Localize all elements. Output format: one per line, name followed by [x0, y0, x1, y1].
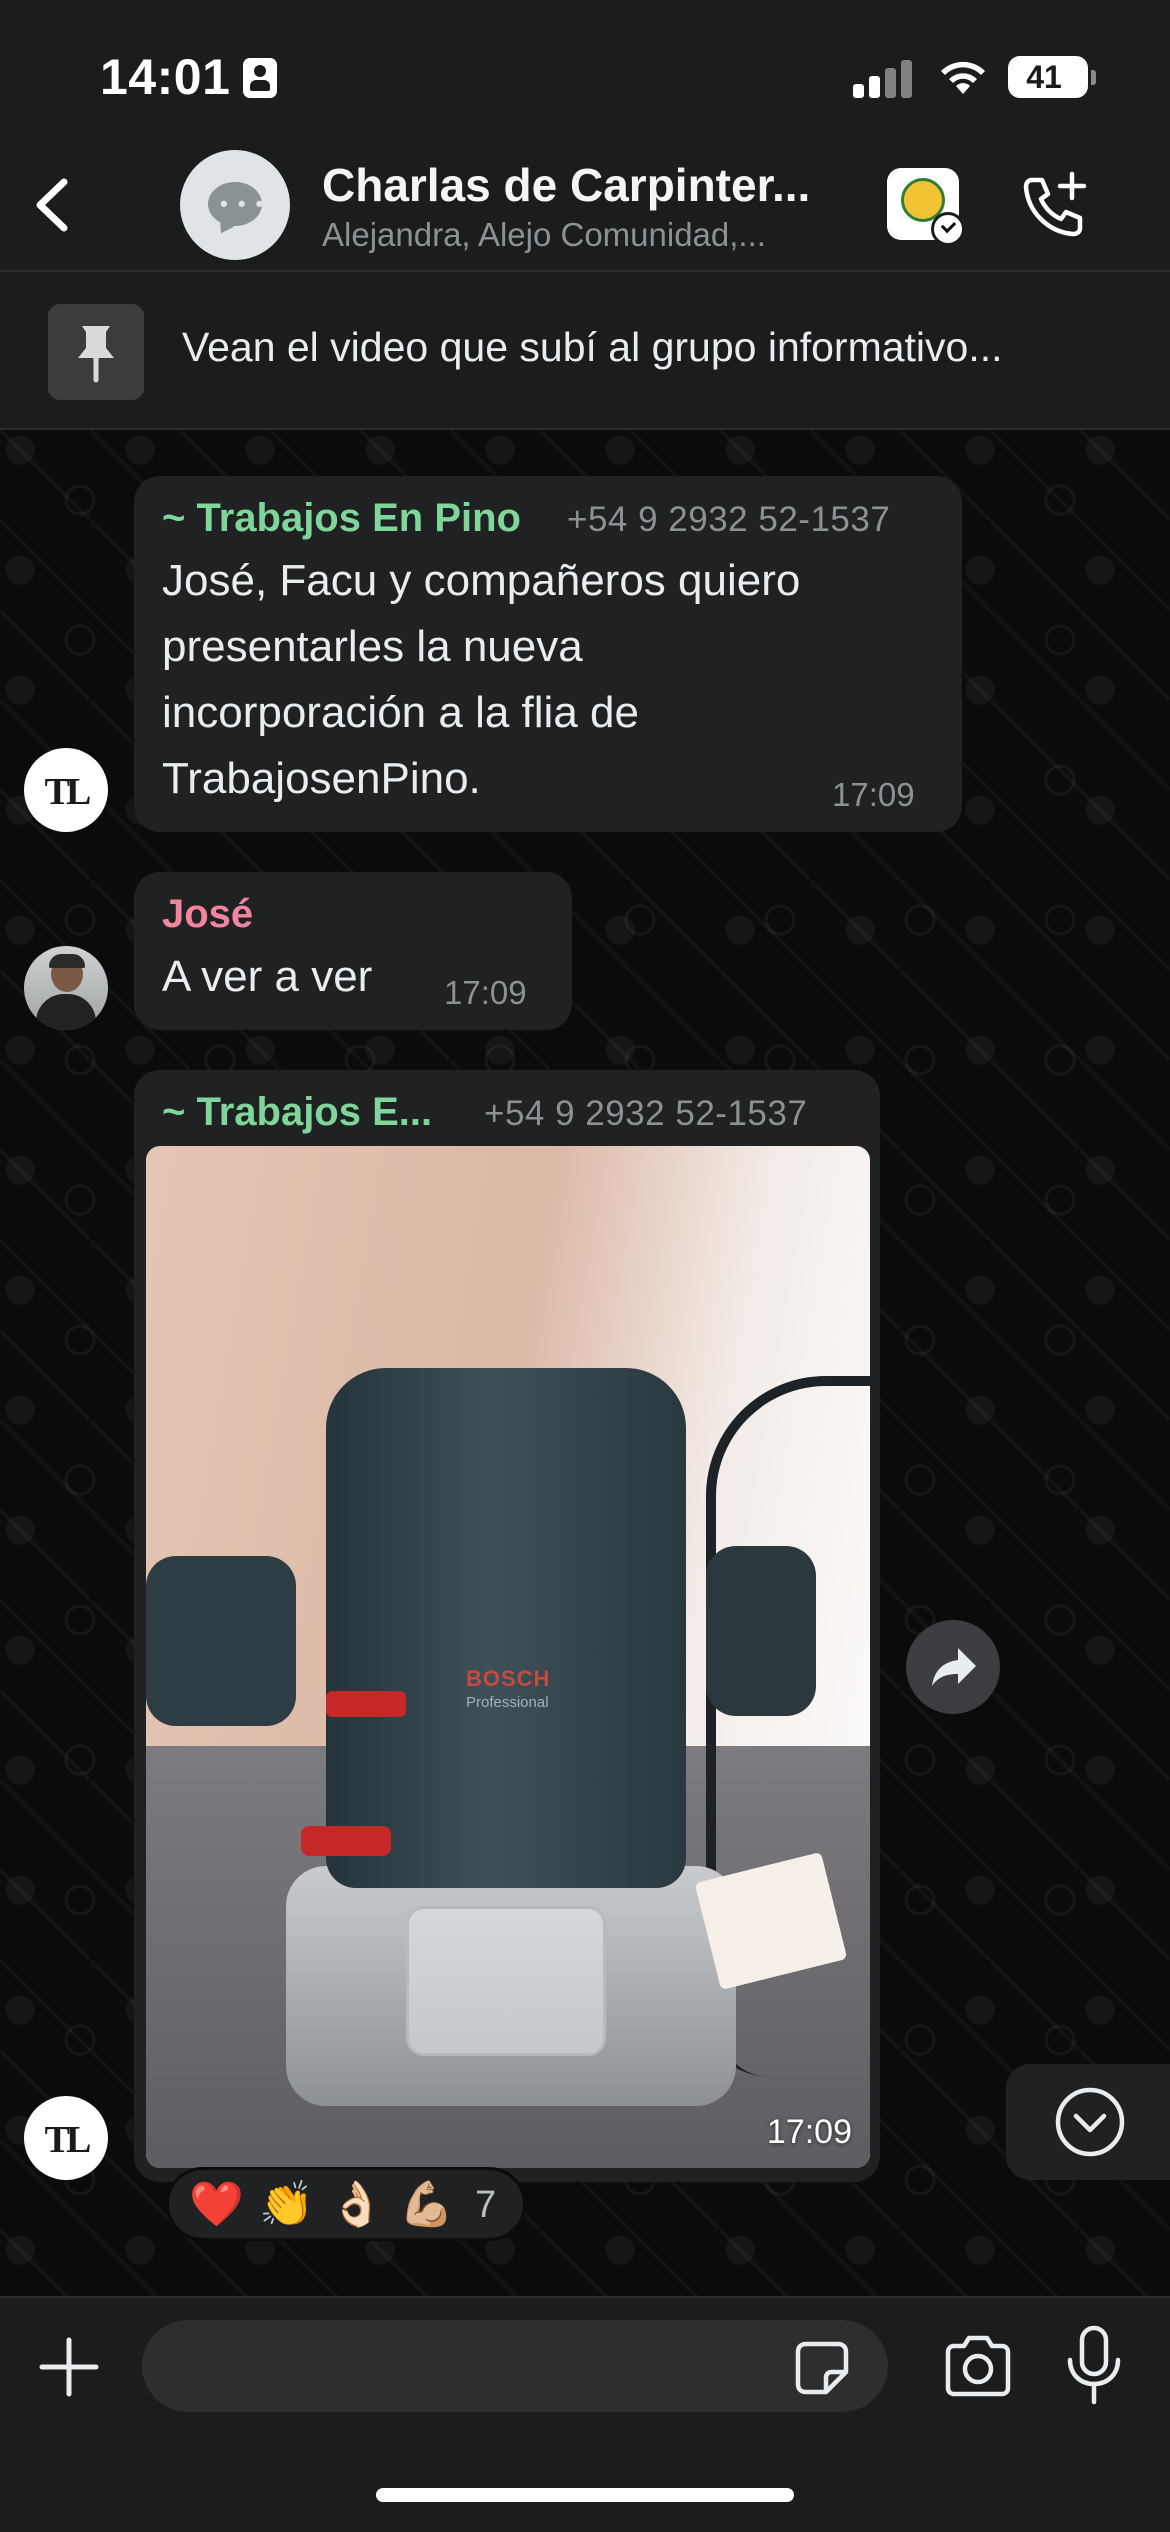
- message-sender[interactable]: José: [162, 892, 253, 937]
- cellular-signal-icon: [853, 58, 913, 98]
- message-time: 17:09: [444, 974, 527, 1011]
- message-text: A ver a ver: [162, 952, 373, 1001]
- message-sender[interactable]: ~ Trabajos En Pino: [162, 496, 521, 541]
- chat-area[interactable]: ~ Trabajos En Pino +54 9 2932 52-1537 Jo…: [0, 430, 1170, 2296]
- sender-avatar[interactable]: TL: [24, 748, 108, 832]
- pinned-message-bar[interactable]: Vean el video que subí al grupo informat…: [0, 272, 1170, 430]
- message-reactions[interactable]: ❤️ 👏 👌🏻 💪🏼 7: [166, 2167, 526, 2241]
- camera-icon: [945, 2335, 1011, 2397]
- reaction-ok: 👌🏻: [329, 2180, 384, 2229]
- back-button[interactable]: [20, 170, 90, 240]
- group-sticker-thumbnail[interactable]: [887, 168, 965, 246]
- router-handle-left: [146, 1556, 296, 1726]
- pin-icon: [78, 326, 114, 383]
- message-line: TrabajosenPino.: [162, 754, 481, 803]
- router-window: [406, 1906, 606, 2056]
- status-time: 14:01: [100, 49, 231, 105]
- forward-button[interactable]: [906, 1620, 1000, 1714]
- home-indicator: [376, 2488, 794, 2502]
- battery-level: 41: [1026, 59, 1062, 95]
- camera-button[interactable]: [940, 2332, 1016, 2402]
- chevron-down-icon: [1055, 2087, 1125, 2157]
- sender-avatar[interactable]: [24, 946, 108, 1030]
- message-text: José, Facu y compañeros quiero presentar…: [162, 548, 800, 812]
- attach-button[interactable]: [36, 2334, 102, 2400]
- plus-icon: [39, 2337, 99, 2397]
- microphone-icon: [1067, 2325, 1121, 2405]
- chat-participants[interactable]: Alejandra, Alejo Comunidad,...: [322, 216, 842, 254]
- microphone-button[interactable]: [1064, 2324, 1124, 2408]
- video-thumbnail[interactable]: BOSCH Professional 17:09: [146, 1146, 870, 2168]
- scroll-to-bottom-button[interactable]: [1006, 2064, 1170, 2180]
- message-bubble[interactable]: ~ Trabajos En Pino +54 9 2932 52-1537 Jo…: [134, 476, 962, 832]
- router-brand-sub: Professional: [466, 1694, 549, 1711]
- add-call-icon: [1023, 171, 1087, 237]
- focus-mode-icon: [243, 58, 277, 98]
- avatar-monogram: TL: [44, 2119, 92, 2161]
- router-brand-plate: BOSCH Professional: [466, 1666, 626, 1736]
- chat-header: • • • Charlas de Carpinter... Alejandra,…: [0, 140, 1170, 272]
- message-line: incorporación a la flia de: [162, 688, 639, 737]
- reaction-heart: ❤️: [189, 2180, 244, 2229]
- wifi-icon: [938, 56, 988, 96]
- message-sender-phone: +54 9 2932 52-1537: [567, 500, 891, 539]
- forward-icon: [932, 1648, 976, 1686]
- pinned-message-text: Vean el video que subí al grupo informat…: [182, 324, 1003, 370]
- router-red-knob: [301, 1826, 391, 1856]
- reaction-count: 7: [475, 2184, 497, 2226]
- chat-title[interactable]: Charlas de Carpinter...: [322, 158, 842, 212]
- avatar-hat: [49, 954, 85, 968]
- router-brand: BOSCH: [466, 1666, 551, 1691]
- router-handle-right: [706, 1546, 816, 1716]
- pin-icon-box: [48, 304, 144, 400]
- message-sender-phone: +54 9 2932 52-1537: [484, 1094, 808, 1133]
- sticker-icon: [795, 2341, 849, 2395]
- back-chevron-icon: [36, 178, 68, 232]
- battery-indicator: 41: [1008, 56, 1088, 98]
- check-badge-icon: [931, 212, 965, 246]
- status-bar: 14:01 41: [0, 0, 1170, 140]
- reaction-muscle: 💪🏼: [399, 2180, 454, 2229]
- router-red-trigger: [326, 1691, 406, 1717]
- avatar-body: [36, 994, 96, 1030]
- router-body: [326, 1368, 686, 1888]
- battery-cap: [1091, 70, 1096, 85]
- video-time: 17:09: [766, 2113, 852, 2151]
- group-avatar[interactable]: • • •: [180, 150, 290, 260]
- sticker-button[interactable]: [792, 2338, 852, 2398]
- add-call-button[interactable]: [1018, 170, 1090, 242]
- message-line: presentarles la nueva: [162, 622, 583, 671]
- chat-dots: • • •: [220, 191, 266, 216]
- sender-avatar[interactable]: TL: [24, 2096, 108, 2180]
- message-time: 17:09: [832, 776, 915, 813]
- message-sender[interactable]: ~ Trabajos E...: [162, 1090, 432, 1135]
- message-bubble[interactable]: José A ver a ver 17:09: [134, 872, 572, 1030]
- message-input[interactable]: [142, 2320, 888, 2412]
- message-line: José, Facu y compañeros quiero: [162, 556, 801, 605]
- reaction-clap: 👏: [259, 2180, 314, 2229]
- avatar-monogram: TL: [44, 771, 92, 813]
